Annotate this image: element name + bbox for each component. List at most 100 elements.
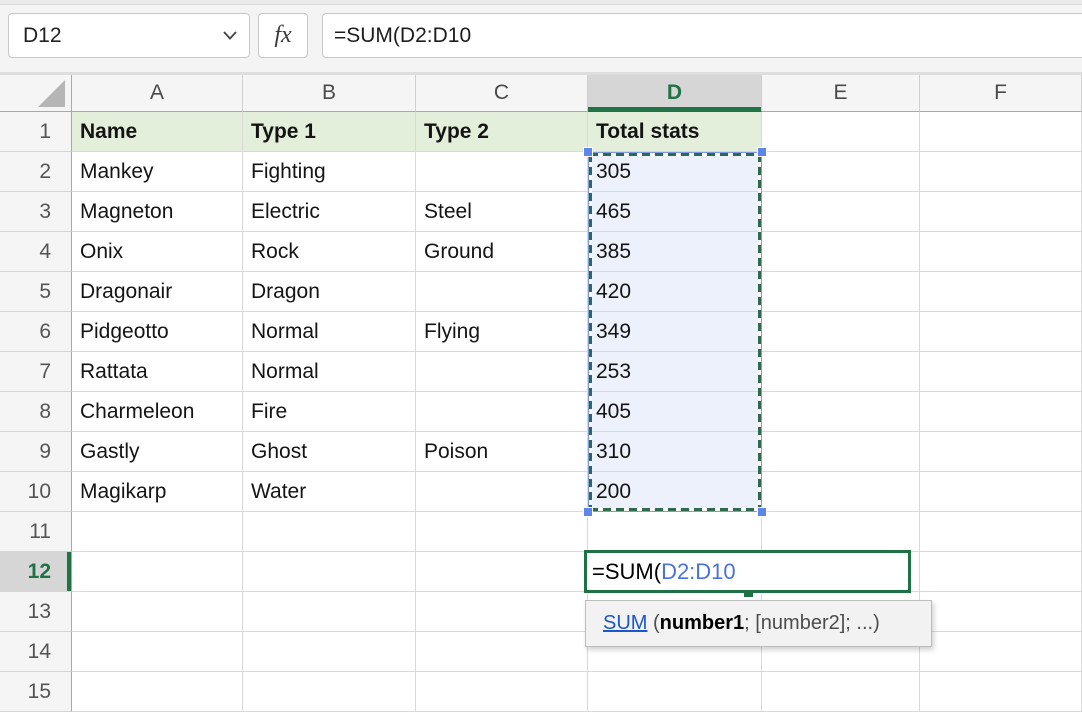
cell-E9[interactable]	[762, 432, 920, 472]
cell-B5[interactable]: Dragon	[243, 272, 416, 312]
cell-B9[interactable]: Ghost	[243, 432, 416, 472]
cell-D11[interactable]	[588, 512, 762, 552]
cell-C4[interactable]: Ground	[416, 232, 588, 272]
cell-E7[interactable]	[762, 352, 920, 392]
cell-A10[interactable]: Magikarp	[72, 472, 243, 512]
cell-D10[interactable]: 200	[588, 472, 762, 512]
row-header-4[interactable]: 4	[0, 232, 72, 272]
cell-E3[interactable]	[762, 192, 920, 232]
column-header-c[interactable]: C	[416, 75, 588, 112]
cell-F1[interactable]	[920, 112, 1082, 152]
cell-D9[interactable]: 310	[588, 432, 762, 472]
row-header-15[interactable]: 15	[0, 672, 72, 712]
cell-F3[interactable]	[920, 192, 1082, 232]
cell-D15[interactable]	[588, 672, 762, 712]
cell-B3[interactable]: Electric	[243, 192, 416, 232]
row-header-8[interactable]: 8	[0, 392, 72, 432]
cell-A2[interactable]: Mankey	[72, 152, 243, 192]
cell-C10[interactable]	[416, 472, 588, 512]
cell-D6[interactable]: 349	[588, 312, 762, 352]
cell-A13[interactable]	[72, 592, 243, 632]
cell-F8[interactable]	[920, 392, 1082, 432]
name-box[interactable]: D12	[8, 13, 250, 58]
cell-B7[interactable]: Normal	[243, 352, 416, 392]
cell-A14[interactable]	[72, 632, 243, 672]
cell-F14[interactable]	[920, 632, 1082, 672]
row-header-11[interactable]: 11	[0, 512, 72, 552]
column-header-f[interactable]: F	[920, 75, 1082, 112]
cell-B6[interactable]: Normal	[243, 312, 416, 352]
row-header-13[interactable]: 13	[0, 592, 72, 632]
cell-C14[interactable]	[416, 632, 588, 672]
active-cell-editor-d12[interactable]: =SUM(D2:D10	[584, 550, 911, 593]
cell-B10[interactable]: Water	[243, 472, 416, 512]
cell-A15[interactable]	[72, 672, 243, 712]
cell-E1[interactable]	[762, 112, 920, 152]
chevron-down-icon[interactable]	[223, 31, 237, 40]
cell-C8[interactable]	[416, 392, 588, 432]
column-header-a[interactable]: A	[72, 75, 243, 112]
cell-C6[interactable]: Flying	[416, 312, 588, 352]
cell-C1[interactable]: Type 2	[416, 112, 588, 152]
cell-F11[interactable]	[920, 512, 1082, 552]
cell-C15[interactable]	[416, 672, 588, 712]
cell-B4[interactable]: Rock	[243, 232, 416, 272]
cell-A11[interactable]	[72, 512, 243, 552]
row-header-10[interactable]: 10	[0, 472, 72, 512]
column-header-b[interactable]: B	[243, 75, 416, 112]
cell-E5[interactable]	[762, 272, 920, 312]
cell-C11[interactable]	[416, 512, 588, 552]
row-header-5[interactable]: 5	[0, 272, 72, 312]
select-all-corner[interactable]	[0, 75, 72, 112]
cell-D4[interactable]: 385	[588, 232, 762, 272]
cell-C7[interactable]	[416, 352, 588, 392]
cell-F4[interactable]	[920, 232, 1082, 272]
cell-F10[interactable]	[920, 472, 1082, 512]
row-header-6[interactable]: 6	[0, 312, 72, 352]
cell-C9[interactable]: Poison	[416, 432, 588, 472]
column-header-e[interactable]: E	[762, 75, 920, 112]
cell-B15[interactable]	[243, 672, 416, 712]
row-header-3[interactable]: 3	[0, 192, 72, 232]
cell-A3[interactable]: Magneton	[72, 192, 243, 232]
cell-F12[interactable]	[920, 552, 1082, 592]
row-header-12[interactable]: 12	[0, 552, 72, 592]
function-name-link[interactable]: SUM	[603, 612, 647, 635]
cell-D5[interactable]: 420	[588, 272, 762, 312]
cell-E15[interactable]	[762, 672, 920, 712]
cell-F2[interactable]	[920, 152, 1082, 192]
cell-F15[interactable]	[920, 672, 1082, 712]
cell-B14[interactable]	[243, 632, 416, 672]
cell-F13[interactable]	[920, 592, 1082, 632]
cell-D8[interactable]: 405	[588, 392, 762, 432]
cell-C3[interactable]: Steel	[416, 192, 588, 232]
cell-F5[interactable]	[920, 272, 1082, 312]
cell-B2[interactable]: Fighting	[243, 152, 416, 192]
cell-F9[interactable]	[920, 432, 1082, 472]
cell-B11[interactable]	[243, 512, 416, 552]
cell-B8[interactable]: Fire	[243, 392, 416, 432]
cell-A5[interactable]: Dragonair	[72, 272, 243, 312]
row-header-2[interactable]: 2	[0, 152, 72, 192]
insert-function-button[interactable]: fx	[258, 13, 308, 58]
cell-A4[interactable]: Onix	[72, 232, 243, 272]
cell-E11[interactable]	[762, 512, 920, 552]
cell-E8[interactable]	[762, 392, 920, 432]
cell-B13[interactable]	[243, 592, 416, 632]
cell-D2[interactable]: 305	[588, 152, 762, 192]
row-header-9[interactable]: 9	[0, 432, 72, 472]
cell-E4[interactable]	[762, 232, 920, 272]
cell-E6[interactable]	[762, 312, 920, 352]
cell-D7[interactable]: 253	[588, 352, 762, 392]
cell-E10[interactable]	[762, 472, 920, 512]
cell-F7[interactable]	[920, 352, 1082, 392]
cell-B1[interactable]: Type 1	[243, 112, 416, 152]
cell-F6[interactable]	[920, 312, 1082, 352]
cell-D3[interactable]: 465	[588, 192, 762, 232]
cell-B12[interactable]	[243, 552, 416, 592]
row-header-7[interactable]: 7	[0, 352, 72, 392]
cell-A9[interactable]: Gastly	[72, 432, 243, 472]
cell-D1[interactable]: Total stats	[588, 112, 762, 152]
cell-C12[interactable]	[416, 552, 588, 592]
cell-A7[interactable]: Rattata	[72, 352, 243, 392]
